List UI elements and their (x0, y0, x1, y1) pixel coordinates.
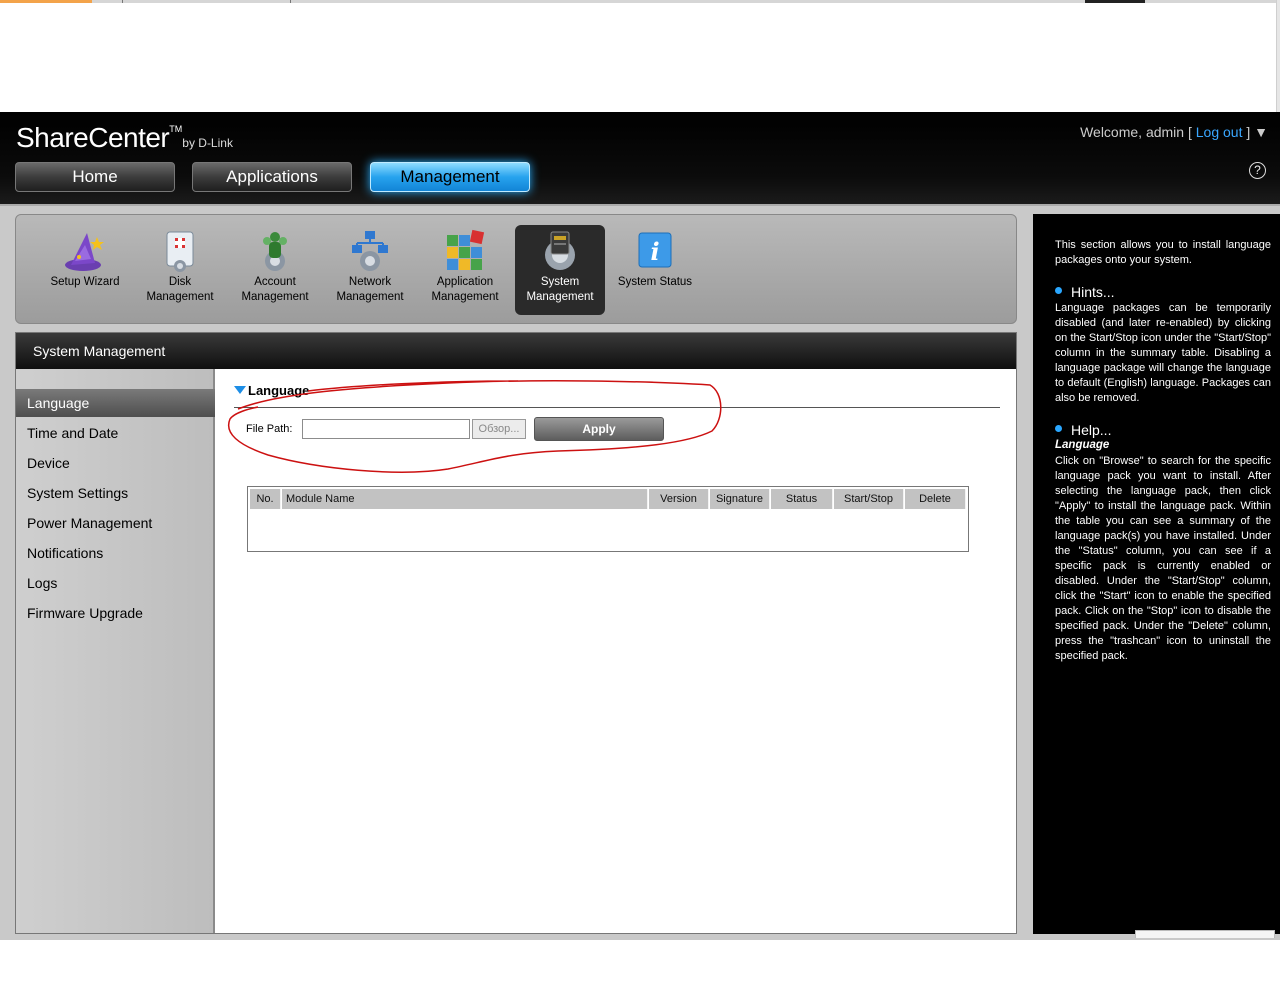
hints-title: Hints... (1071, 284, 1115, 300)
toolbar-label: Network Management (336, 276, 404, 303)
sidebar-item-time-and-date[interactable]: Time and Date (16, 419, 215, 447)
active-indicator (0, 0, 92, 3)
language-packs-table: No. Module Name Version Signature Status… (247, 486, 969, 552)
brand-trademark: TM (169, 124, 183, 134)
toolbar-label: System Management (526, 276, 594, 303)
help-text: Click on "Browse" to search for the spec… (1055, 455, 1271, 662)
file-path-label: File Path: (246, 423, 293, 435)
toolbar-label: Setup Wizard (50, 276, 120, 288)
toolbar-label: Account Management (241, 276, 309, 303)
divider (1085, 0, 1145, 3)
status-corner (1135, 930, 1275, 938)
collapse-triangle-icon[interactable] (234, 386, 246, 394)
table-header-version: Version (649, 489, 709, 509)
account-icon (263, 232, 287, 271)
brand-name: ShareCenter (16, 122, 170, 153)
sidebar-item-notifications[interactable]: Notifications (16, 539, 215, 567)
sidebar: Language Time and Date Device System Set… (16, 369, 215, 933)
info-icon: i (638, 232, 672, 268)
system-gear-icon (545, 231, 575, 270)
divider (234, 407, 1000, 408)
table-header-signature: Signature (710, 489, 770, 509)
table-header-delete: Delete (905, 489, 966, 509)
disk-icon (166, 231, 194, 272)
toolbar-label: Application Management (431, 276, 499, 303)
toolbar-system-status[interactable]: i System Status (610, 225, 700, 315)
apply-button[interactable]: Apply (534, 417, 664, 441)
management-toolbar: Setup Wizard Disk Management Account Man… (15, 214, 1017, 324)
top-strip (0, 0, 1280, 3)
toolbar-disk-management[interactable]: Disk Management (135, 225, 225, 315)
toolbar-label: Disk Management (146, 276, 214, 303)
help-heading: Help... (1055, 422, 1111, 438)
help-panel: This section allows you to install langu… (1033, 214, 1280, 934)
language-content: Language File Path: Обзор... Apply No. M… (216, 369, 1016, 933)
sidebar-item-system-settings[interactable]: System Settings (16, 479, 215, 507)
table-header-status: Status (771, 489, 833, 509)
sidebar-item-device[interactable]: Device (16, 449, 215, 477)
table-header-no: No. (250, 489, 281, 509)
bullet-icon (1055, 287, 1062, 294)
panel-title: System Management (16, 333, 1016, 369)
help-intro: This section allows you to install langu… (1055, 239, 1271, 266)
file-path-input[interactable] (302, 419, 470, 439)
help-subtitle: Language (1055, 439, 1110, 451)
toolbar-system-management[interactable]: System Management (515, 225, 605, 315)
section-title[interactable]: Language (234, 383, 309, 398)
logout-link[interactable]: Log out (1196, 124, 1243, 140)
welcome-text: Welcome, admin [ Log out ] ▼ (1080, 124, 1268, 140)
table-header-start-stop: Start/Stop (834, 489, 904, 509)
tab-home[interactable]: Home (15, 162, 175, 192)
bullet-icon (1055, 425, 1062, 432)
wizard-hat-icon (65, 233, 104, 271)
welcome-suffix[interactable]: ] ▼ (1242, 124, 1268, 140)
sidebar-item-firmware-upgrade[interactable]: Firmware Upgrade (16, 599, 215, 627)
toolbar-account-management[interactable]: Account Management (230, 225, 320, 315)
brand-byline: by D-Link (182, 136, 233, 150)
tab-management[interactable]: Management (370, 162, 530, 192)
section-title-label: Language (248, 383, 310, 398)
help-title: Help... (1071, 422, 1112, 438)
toolbar-label: System Status (617, 276, 693, 288)
toolbar-network-management[interactable]: Network Management (325, 225, 415, 315)
table-header-module-name: Module Name (282, 489, 648, 509)
hints-heading: Hints... (1055, 284, 1115, 300)
help-icon[interactable]: ? (1249, 162, 1266, 179)
divider (122, 0, 123, 3)
app-header: ShareCenterTM by D-Link Home Applications… (0, 112, 1280, 204)
svg-text:i: i (650, 237, 659, 266)
browse-button[interactable]: Обзор... (472, 419, 526, 439)
scrollbar[interactable] (1276, 0, 1280, 112)
sidebar-item-logs[interactable]: Logs (16, 569, 215, 597)
sidebar-item-power-management[interactable]: Power Management (16, 509, 215, 537)
application-icon (447, 229, 485, 270)
toolbar-application-management[interactable]: Application Management (420, 225, 510, 315)
toolbar-setup-wizard[interactable]: Setup Wizard (40, 225, 130, 315)
system-management-panel: System Management Language Time and Date… (15, 332, 1017, 934)
brand-logo: ShareCenterTM by D-Link (16, 122, 233, 154)
sidebar-item-language[interactable]: Language (16, 389, 215, 417)
divider (290, 0, 291, 3)
welcome-prefix: Welcome, admin [ (1080, 124, 1196, 140)
hints-text: Language packages can be temporarily dis… (1055, 302, 1271, 404)
network-icon (352, 231, 388, 271)
bottom-strip (0, 940, 1280, 984)
tab-applications[interactable]: Applications (192, 162, 352, 192)
